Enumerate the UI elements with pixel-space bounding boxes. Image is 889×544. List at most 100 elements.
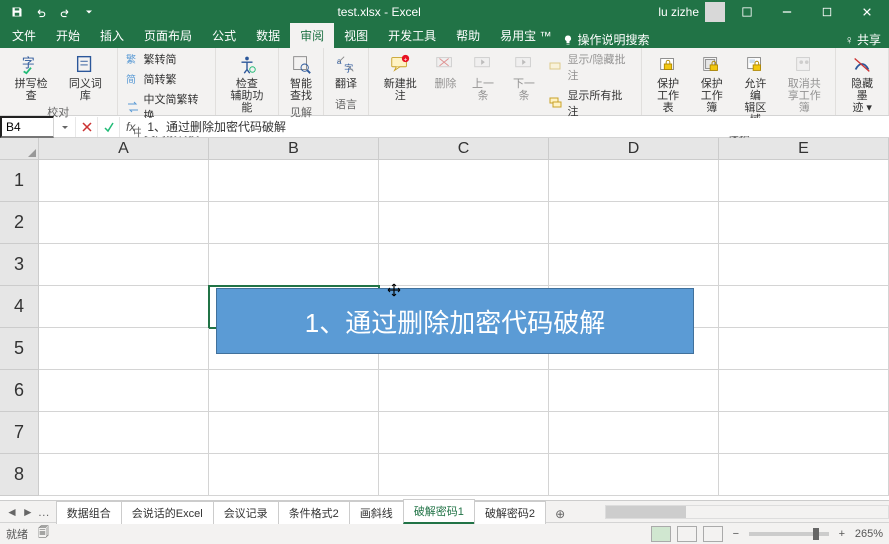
normal-view-button[interactable] (651, 526, 671, 542)
sheet-tab[interactable]: 条件格式2 (278, 501, 350, 524)
cell[interactable] (209, 202, 379, 244)
col-header-a[interactable]: A (39, 138, 209, 159)
showall-comments-button[interactable]: 显示所有批注 (547, 86, 635, 120)
sheet-nav-prev-icon[interactable]: ◄ (6, 505, 18, 519)
cell[interactable] (719, 328, 889, 370)
check-accessibility-button[interactable]: 检查 辅助功能 (222, 50, 272, 116)
formula-input[interactable] (141, 118, 889, 136)
sheet-nav-next-icon[interactable]: ► (22, 505, 34, 519)
tab-developer[interactable]: 开发工具 (378, 23, 446, 48)
sheet-nav-more-icon[interactable]: … (38, 505, 50, 519)
cell[interactable] (719, 286, 889, 328)
maximize-icon[interactable] (809, 0, 845, 24)
sheet-tab[interactable]: 破解密码2 (474, 501, 546, 524)
sheet-tab[interactable]: 数据组合 (56, 501, 122, 524)
zoom-level[interactable]: 265% (855, 528, 883, 540)
sheet-tab[interactable]: 会议记录 (213, 501, 279, 524)
cell[interactable] (719, 244, 889, 286)
tab-insert[interactable]: 插入 (90, 23, 134, 48)
new-sheet-button[interactable]: ⊕ (545, 504, 575, 524)
close-icon[interactable] (849, 0, 885, 24)
cell[interactable] (719, 412, 889, 454)
row-header[interactable]: 3 (0, 244, 39, 286)
cell[interactable] (39, 328, 209, 370)
select-all-corner[interactable] (0, 138, 39, 159)
row-header[interactable]: 7 (0, 412, 39, 454)
redo-icon[interactable] (54, 1, 76, 23)
col-header-d[interactable]: D (549, 138, 719, 159)
protect-sheet-button[interactable]: 保护 工作表 (648, 50, 688, 116)
tab-home[interactable]: 开始 (46, 23, 90, 48)
cell[interactable] (379, 370, 549, 412)
row-header[interactable]: 6 (0, 370, 39, 412)
zoom-in-button[interactable]: + (835, 528, 849, 540)
qat-more-icon[interactable] (78, 1, 100, 23)
col-header-b[interactable]: B (209, 138, 379, 159)
ribbon-display-icon[interactable] (729, 0, 765, 24)
zoom-slider[interactable] (749, 532, 829, 536)
share-button[interactable]: ♀ 共享 (845, 31, 881, 48)
cell[interactable] (379, 454, 549, 496)
tab-view[interactable]: 视图 (334, 23, 378, 48)
minimize-icon[interactable] (769, 0, 805, 24)
cell[interactable] (719, 454, 889, 496)
row-header[interactable]: 8 (0, 454, 39, 496)
tell-me-search[interactable]: 操作说明搜索 (562, 31, 650, 48)
horizontal-scrollbar[interactable] (605, 505, 889, 519)
col-header-e[interactable]: E (719, 138, 889, 159)
new-comment-button[interactable]: + 新建批注 (375, 50, 425, 104)
tab-pagelayout[interactable]: 页面布局 (134, 23, 202, 48)
sheet-tab-active[interactable]: 破解密码1 (403, 499, 475, 524)
sheet-tab[interactable]: 会说话的Excel (121, 501, 214, 524)
sheet-tab[interactable]: 画斜线 (349, 501, 404, 524)
hide-ink-button[interactable]: 隐藏墨 迹 ▾ (842, 50, 882, 116)
tab-review[interactable]: 审阅 (290, 23, 334, 48)
cell[interactable] (209, 370, 379, 412)
cell[interactable] (209, 160, 379, 202)
cell[interactable] (719, 370, 889, 412)
user-account[interactable]: lu zizhe (658, 2, 725, 22)
cell[interactable] (379, 244, 549, 286)
protect-workbook-button[interactable]: 保护 工作簿 (692, 50, 732, 116)
spellcheck-button[interactable]: 字 拼写检查 (6, 50, 56, 104)
zoom-out-button[interactable]: − (729, 528, 743, 540)
cell[interactable] (549, 454, 719, 496)
spreadsheet-grid[interactable]: A B C D E 1 2 3 4 5 6 7 8 1、通过删除加密代码破解 (0, 138, 889, 500)
trad-to-simp-button[interactable]: 繁繁转简 (124, 50, 209, 68)
cell[interactable] (209, 244, 379, 286)
fx-icon[interactable]: fx (120, 120, 141, 134)
cell[interactable] (379, 160, 549, 202)
name-box[interactable] (0, 116, 54, 138)
cell[interactable] (39, 286, 209, 328)
page-break-view-button[interactable] (703, 526, 723, 542)
cell[interactable] (209, 412, 379, 454)
tab-data[interactable]: 数据 (246, 23, 290, 48)
cancel-formula-icon[interactable] (76, 117, 98, 137)
cell[interactable] (379, 202, 549, 244)
page-layout-view-button[interactable] (677, 526, 697, 542)
cell[interactable] (379, 412, 549, 454)
enter-formula-icon[interactable] (98, 117, 120, 137)
cell[interactable] (549, 412, 719, 454)
cell[interactable] (549, 202, 719, 244)
cell[interactable] (209, 454, 379, 496)
cell[interactable] (719, 160, 889, 202)
row-header[interactable]: 5 (0, 328, 39, 370)
row-header[interactable]: 2 (0, 202, 39, 244)
thesaurus-button[interactable]: 同义词库 (60, 50, 110, 104)
text-shape[interactable]: 1、通过删除加密代码破解 (216, 288, 694, 354)
col-header-c[interactable]: C (379, 138, 549, 159)
translate-button[interactable]: a字 翻译 (330, 50, 362, 92)
cell[interactable] (39, 202, 209, 244)
cell[interactable] (39, 370, 209, 412)
tab-file[interactable]: 文件 (2, 23, 46, 48)
cell[interactable] (549, 370, 719, 412)
cell[interactable] (39, 160, 209, 202)
row-header[interactable]: 1 (0, 160, 39, 202)
cell[interactable] (719, 202, 889, 244)
cell[interactable] (549, 160, 719, 202)
cell[interactable] (39, 244, 209, 286)
undo-icon[interactable] (30, 1, 52, 23)
cell[interactable] (39, 412, 209, 454)
save-icon[interactable] (6, 1, 28, 23)
